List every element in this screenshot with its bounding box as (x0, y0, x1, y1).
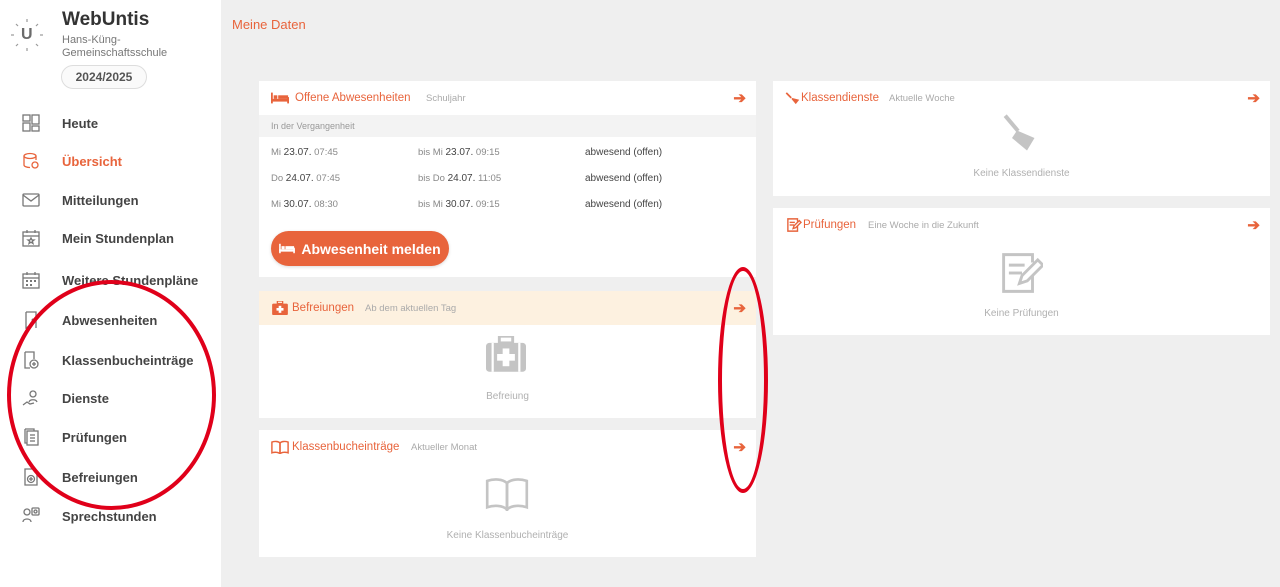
class-register-header: Klassenbucheinträge Aktueller Monat ➔ (259, 430, 756, 464)
open-book-icon (485, 478, 529, 511)
sidebar-item-weitere-stundenplaene[interactable]: Weitere Stundenpläne (0, 262, 221, 298)
arrow-right-icon[interactable]: ➔ (733, 89, 746, 107)
exemptions-header: Befreiungen Ab dem aktuellen Tag ➔ (259, 291, 756, 325)
table-row[interactable]: Do 24.07. 07:45 bis Do 24.07. 11:05 abwe… (259, 165, 756, 191)
open-book-icon (271, 440, 289, 454)
page-title[interactable]: Meine Daten (232, 17, 306, 32)
sidebar-item-label: Weitere Stundenpläne (62, 272, 199, 288)
class-register-icon (24, 351, 39, 369)
exams-empty: Keine Prüfungen (984, 308, 1059, 319)
exam-edit-icon (787, 218, 802, 232)
school-year-button[interactable]: 2024/2025 (61, 65, 147, 89)
exams-card: Prüfungen Eine Woche in die Zukunft ➔ Ke… (773, 208, 1270, 335)
arrow-right-icon[interactable]: ➔ (733, 438, 746, 456)
report-absence-button[interactable]: Abwesenheit melden (271, 231, 449, 266)
arrow-right-icon[interactable]: ➔ (1247, 216, 1260, 234)
overview-icon (23, 152, 39, 169)
sidebar-item-pruefungen[interactable]: Prüfungen (0, 419, 221, 455)
exemptions-title: Befreiungen (292, 302, 355, 314)
class-duties-empty: Keine Klassendienste (973, 168, 1070, 179)
sidebar-item-label: Mitteilungen (62, 192, 139, 208)
sidebar-item-label: Prüfungen (62, 429, 127, 445)
sidebar-item-abwesenheiten[interactable]: Abwesenheiten (0, 302, 221, 338)
first-aid-kit-icon (486, 336, 526, 372)
sidebar-item-label: Heute (62, 115, 99, 131)
exams-subtitle: Eine Woche in die Zukunft (868, 220, 979, 231)
arrow-right-icon[interactable]: ➔ (1247, 89, 1260, 107)
arrow-right-icon[interactable]: ➔ (733, 299, 746, 317)
sidebar-item-mitteilungen[interactable]: Mitteilungen (0, 182, 221, 218)
exemptions-empty: Befreiung (486, 391, 529, 402)
class-register-card: Klassenbucheinträge Aktueller Monat ➔ Ke… (259, 430, 756, 557)
exam-edit-icon (1002, 253, 1043, 293)
bed-icon (279, 243, 296, 254)
sidebar-item-label: Mein Stundenplan (62, 230, 174, 246)
sidebar-item-label: Klassenbucheinträge (62, 352, 194, 368)
absence-to: bis Mi 23.07. 09:15 (418, 147, 500, 158)
webuntis-logo[interactable]: U (10, 18, 44, 52)
first-aid-kit-icon (272, 301, 288, 315)
sidebar-item-heute[interactable]: Heute (0, 105, 221, 141)
open-absences-subtitle: Schuljahr (426, 93, 466, 104)
sidebar-item-mein-stundenplan[interactable]: Mein Stundenplan (0, 220, 221, 256)
broom-icon (1003, 114, 1035, 151)
dashboard-icon (22, 114, 40, 132)
exams-title: Prüfungen (803, 219, 857, 231)
sidebar-item-label: Sprechstunden (62, 508, 157, 524)
sidebar-item-sprechstunden[interactable]: Sprechstunden (0, 498, 221, 534)
exams-icon (24, 428, 39, 446)
absence-to: bis Do 24.07. 11:05 (418, 173, 502, 184)
table-row[interactable]: Mi 30.07. 08:30 bis Mi 30.07. 09:15 abwe… (259, 191, 756, 217)
absence-from: Mi 30.07. 08:30 (271, 199, 338, 210)
class-duties-title: Klassendienste (801, 92, 879, 104)
absence-from: Mi 23.07. 07:45 (271, 147, 338, 158)
past-section-label: In der Vergangenheit (271, 121, 355, 131)
exams-header: Prüfungen Eine Woche in die Zukunft ➔ (773, 208, 1270, 242)
sidebar-item-befreiungen[interactable]: Befreiungen (0, 459, 221, 495)
class-register-subtitle: Aktueller Monat (411, 442, 478, 453)
sidebar: U WebUntis Hans-Küng-Gemeinschaftsschule… (0, 0, 221, 587)
envelope-icon (22, 193, 40, 207)
class-duties-subtitle: Aktuelle Woche (889, 93, 955, 104)
absence-status: abwesend (offen) (585, 147, 663, 158)
absence-status: abwesend (offen) (585, 199, 663, 210)
absence-status: abwesend (offen) (585, 173, 663, 184)
exemptions-subtitle: Ab dem aktuellen Tag (365, 303, 457, 314)
sidebar-item-klassenbucheintraege[interactable]: Klassenbucheinträge (0, 342, 221, 378)
exemptions-card: Befreiungen Ab dem aktuellen Tag ➔ Befre… (259, 291, 756, 418)
duties-icon (22, 390, 38, 406)
class-duties-header: Klassendienste Aktuelle Woche ➔ (773, 81, 1270, 115)
sidebar-item-label: Dienste (62, 390, 109, 406)
sidebar-item-label: Abwesenheiten (62, 312, 158, 328)
calendar-star-icon (22, 230, 40, 247)
class-duties-card: Klassendienste Aktuelle Woche ➔ Keine Kl… (773, 81, 1270, 196)
logo-letter: U (21, 26, 33, 43)
class-register-title: Klassenbucheinträge (292, 441, 400, 453)
table-row[interactable]: Mi 23.07. 07:45 bis Mi 23.07. 09:15 abwe… (259, 139, 756, 165)
sidebar-item-label: Übersicht (62, 153, 122, 169)
report-absence-label: Abwesenheit melden (301, 240, 441, 257)
class-register-empty: Keine Klassenbucheinträge (446, 530, 569, 541)
consultation-icon (22, 507, 40, 523)
sidebar-item-label: Befreiungen (62, 469, 138, 485)
bed-icon (271, 92, 289, 104)
school-name: Hans-Küng-Gemeinschaftsschule (62, 34, 168, 59)
exemptions-icon (24, 468, 38, 486)
absence-from: Do 24.07. 07:45 (271, 173, 341, 184)
calendar-grid-icon (22, 272, 40, 289)
absence-icon (25, 311, 37, 329)
open-absences-header: Offene Abwesenheiten Schuljahr ➔ (259, 81, 756, 115)
open-absences-title: Offene Abwesenheiten (295, 92, 411, 104)
app-brand: WebUntis (62, 9, 150, 30)
sidebar-item-dienste[interactable]: Dienste (0, 380, 221, 416)
sidebar-item-uebersicht[interactable]: Übersicht (0, 143, 221, 179)
absence-to: bis Mi 30.07. 09:15 (418, 199, 500, 210)
past-section-header: In der Vergangenheit (259, 115, 756, 137)
